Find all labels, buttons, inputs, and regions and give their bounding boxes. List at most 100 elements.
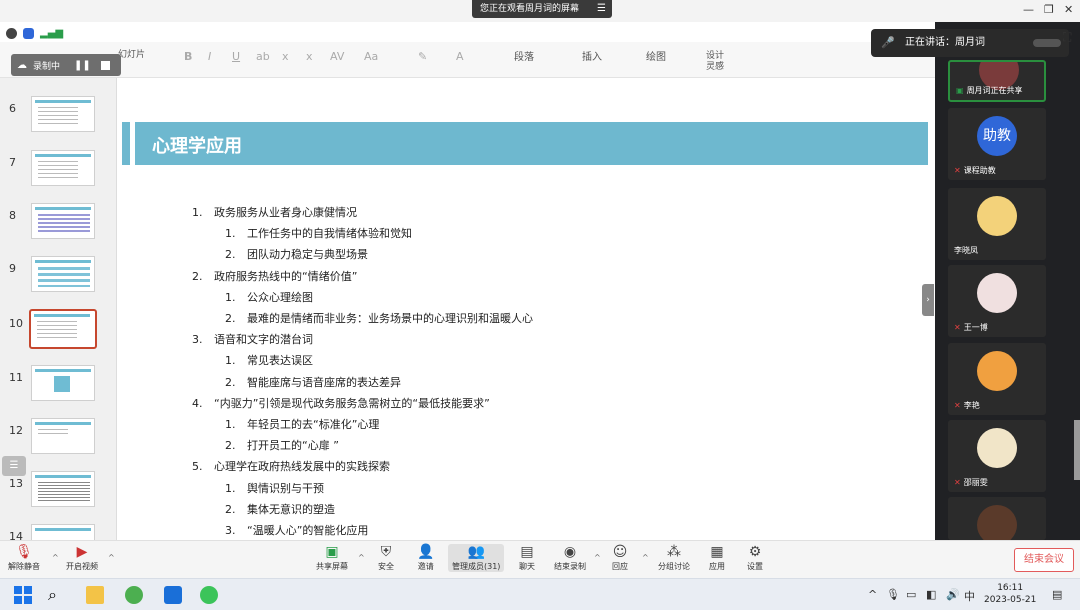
thumbnail-slide[interactable]: 9 xyxy=(0,256,116,306)
case-icon[interactable]: Aa xyxy=(364,50,378,63)
network-icon[interactable]: ◧ xyxy=(926,588,936,601)
subscript-icon[interactable]: x xyxy=(306,50,313,63)
spacing-icon[interactable]: AV xyxy=(330,50,344,63)
thumbnail-slide[interactable]: 14 xyxy=(0,524,116,540)
chevron-up-icon[interactable]: ^ xyxy=(868,588,877,601)
share-screen-button[interactable]: ▣ 共享屏幕 xyxy=(316,544,348,572)
chevron-up-icon[interactable]: ^ xyxy=(52,553,59,562)
search-icon[interactable]: ⌕ xyxy=(48,586,66,604)
slide-title: 心理学应用 xyxy=(152,136,242,157)
status-icons: ▂▄▆ xyxy=(6,28,63,39)
manage-members-button[interactable]: 👥 管理成员(31) xyxy=(448,544,505,572)
end-recording-button[interactable]: ◉ 结束录制 xyxy=(554,544,586,572)
settings-button[interactable]: ⚙ 设置 xyxy=(747,544,763,572)
apps-button[interactable]: ▦ 应用 xyxy=(709,544,725,572)
react-button[interactable]: ☺ 回应 xyxy=(612,544,628,572)
outline-text: 团队动力稳定与典型场景 xyxy=(247,248,368,262)
thumbnail-slide[interactable]: 7 xyxy=(0,150,116,200)
chat-button[interactable]: ▤ 聊天 xyxy=(519,544,535,572)
wechat-icon[interactable] xyxy=(200,586,218,604)
outline-text: 智能座席与语音座席的表达差异 xyxy=(247,375,401,389)
windows-start-icon[interactable] xyxy=(14,586,32,604)
mic-icon[interactable]: 🎙 xyxy=(886,588,900,601)
ime-indicator[interactable]: 中 xyxy=(964,588,975,604)
browser-icon[interactable] xyxy=(125,586,143,604)
outline-number: 2. xyxy=(225,248,236,262)
italic-icon[interactable]: I xyxy=(208,50,211,63)
ribbon-insert[interactable]: 插入 xyxy=(582,48,602,63)
mic-icon: 🎤 xyxy=(881,36,895,49)
meeting-app-icon[interactable] xyxy=(164,586,182,604)
participant-tile[interactable]: ✕ 李艳 xyxy=(948,343,1046,415)
list-view-icon[interactable]: ☰ xyxy=(2,456,26,476)
chevron-up-icon[interactable]: ^ xyxy=(594,553,601,562)
ribbon-draw[interactable]: 绘图 xyxy=(646,48,666,63)
ribbon-paragraph[interactable]: 段落 xyxy=(514,48,534,63)
thumbnail-slide[interactable]: 13 xyxy=(0,471,116,521)
restore-icon[interactable]: ❐ xyxy=(1044,3,1054,16)
panel-collapse-icon[interactable]: › xyxy=(922,284,934,316)
start-video-button[interactable]: ▶ 开启视频 xyxy=(66,544,98,572)
outline-number: 4. xyxy=(192,396,203,410)
chevron-up-icon[interactable]: ^ xyxy=(358,553,365,562)
unmute-button[interactable]: 🎙 解除静音 xyxy=(8,544,40,572)
title-accent xyxy=(130,122,135,165)
monitor-icon[interactable]: ▭ xyxy=(906,588,916,601)
font-color-icon[interactable]: A xyxy=(456,50,464,63)
close-icon[interactable]: ✕ xyxy=(1064,3,1073,16)
clock[interactable]: 16:11 2023-05-21 xyxy=(984,582,1036,606)
stop-icon[interactable] xyxy=(100,60,110,70)
chat-icon: ▤ xyxy=(520,544,534,560)
thumbnail-slide[interactable]: 8 xyxy=(0,203,116,253)
participant-tile[interactable]: 李晓凤 xyxy=(948,188,1046,260)
bold-icon[interactable]: B xyxy=(184,50,192,63)
cloud-record-icon: ☁ xyxy=(17,59,27,71)
pause-icon[interactable]: ❚❚ xyxy=(74,60,91,71)
outline-number: 2. xyxy=(225,312,236,325)
thumbnail-slide-selected[interactable]: 10 xyxy=(0,309,116,361)
outline-number: 2. xyxy=(225,439,236,453)
participant-tile[interactable]: ▣ 周月词正在共享 xyxy=(948,60,1046,102)
avatar: 助教 xyxy=(977,116,1017,156)
security-button[interactable]: ⛨ 安全 xyxy=(378,544,394,572)
ribbon-slides-label[interactable]: 幻灯片 xyxy=(118,47,145,60)
info-icon[interactable] xyxy=(6,28,17,39)
fullscreen-icon[interactable]: ⛶ xyxy=(1063,30,1071,45)
outline-subitem: 1. 年轻员工的去“标准化”心理 xyxy=(225,416,379,432)
avatar xyxy=(977,505,1017,540)
ppt-ribbon: 幻灯片 B I U ab x x AV Aa ✎ A 段落 插入 绘图 设计 灵… xyxy=(0,42,935,78)
superscript-icon[interactable]: x xyxy=(282,50,289,63)
minimize-icon[interactable]: — xyxy=(1023,3,1034,16)
participant-name: 李艳 xyxy=(963,401,980,410)
underline-icon[interactable]: U xyxy=(232,50,240,63)
highlight-icon[interactable]: ✎ xyxy=(418,50,427,63)
chevron-up-icon[interactable]: ^ xyxy=(642,553,649,562)
end-meeting-button[interactable]: 结束会议 xyxy=(1014,548,1074,572)
thumbnail-slide[interactable]: 6 xyxy=(0,96,116,146)
participant-tile[interactable]: 助教 ✕ 课程助教 xyxy=(948,108,1046,180)
volume-icon[interactable]: 🔊 xyxy=(946,588,960,601)
outline-number: 1. xyxy=(225,418,236,431)
clock-date: 2023-05-21 xyxy=(984,595,1037,605)
shield-icon[interactable] xyxy=(23,28,34,39)
outline-text: 打开员工的“心扉 ” xyxy=(247,439,339,453)
thumbnail-slide[interactable]: 11 xyxy=(0,365,116,415)
ribbon-design-2[interactable]: 灵感 xyxy=(706,59,724,72)
outline-number: 1. xyxy=(225,290,236,304)
strike-icon[interactable]: ab xyxy=(256,50,270,63)
invite-button[interactable]: 👤 邀请 xyxy=(417,544,434,572)
scroll-handle[interactable] xyxy=(1074,420,1080,480)
breakout-button[interactable]: ⁂ 分组讨论 xyxy=(658,544,690,572)
file-explorer-icon[interactable] xyxy=(86,586,104,604)
notification-icon[interactable]: ▤ xyxy=(1052,588,1062,601)
participant-tile[interactable] xyxy=(948,497,1046,540)
menu-icon[interactable]: ☰ xyxy=(597,0,606,18)
share-banner[interactable]: 您正在观看周月词的屏幕 ☰ xyxy=(472,0,612,18)
outline-text: 公众心理绘图 xyxy=(247,290,313,304)
outline-text: 工作任务中的自我情绪体验和觉知 xyxy=(247,227,412,241)
chevron-up-icon[interactable]: ^ xyxy=(108,553,115,562)
avatar xyxy=(977,273,1017,313)
participant-tile[interactable]: ✕ 邵丽雯 xyxy=(948,420,1046,492)
outline-text: 语音和文字的潜台词 xyxy=(214,333,313,347)
participant-tile[interactable]: ✕ 王一博 xyxy=(948,265,1046,337)
